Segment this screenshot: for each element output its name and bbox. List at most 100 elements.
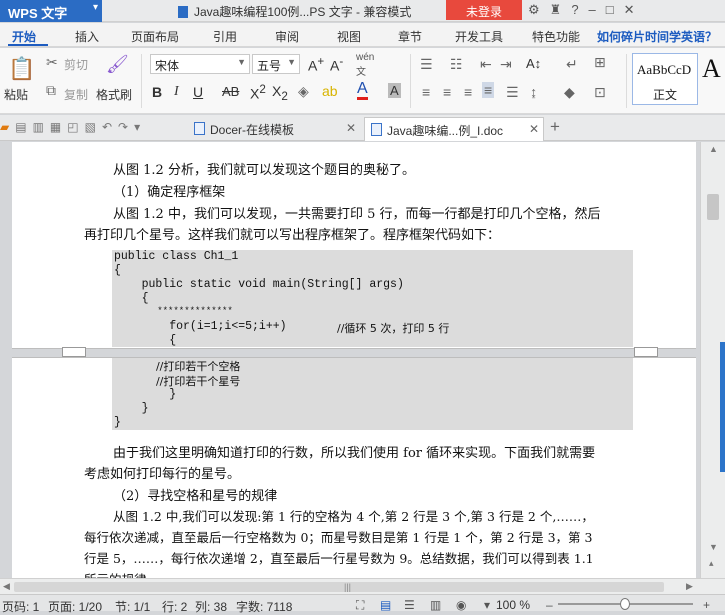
align-left-icon[interactable]: ≡ (422, 84, 430, 100)
tab-home[interactable]: 开始 (12, 28, 36, 45)
scroll-up-icon[interactable]: ▲ (709, 144, 718, 154)
tab-java-doc[interactable]: Java趣味编...例_I.doc ✕ (364, 117, 544, 141)
close-tab-icon[interactable]: ✕ (529, 122, 539, 136)
phonetic-guide-icon[interactable]: wén 文 (356, 52, 374, 78)
highlight-icon[interactable]: ab (322, 83, 338, 99)
page-up-icon[interactable]: ▴ (709, 558, 714, 569)
skin-icon[interactable]: ♜ (550, 2, 572, 17)
char-shading-icon[interactable]: A (388, 83, 401, 98)
format-painter-icon: 🖌 (106, 54, 129, 74)
open-icon[interactable]: ▰ (0, 120, 15, 134)
paste-button[interactable]: 粘贴 (4, 86, 28, 103)
divider (626, 54, 627, 108)
strikethrough-icon[interactable]: AB (222, 84, 239, 99)
font-color-icon[interactable]: A (357, 81, 368, 100)
new-tab-icon[interactable]: + (550, 117, 560, 137)
line-spacing-icon[interactable]: ↨ (530, 84, 537, 100)
scroll-down-icon[interactable]: ▼ (709, 542, 718, 552)
zoom-slider-handle[interactable] (620, 598, 630, 610)
zoom-out-icon[interactable]: – (546, 598, 553, 612)
scroll-right-icon[interactable]: ▶ (686, 581, 693, 592)
decrease-indent-icon[interactable]: ⇤ (480, 56, 492, 73)
clear-format-icon[interactable]: ◈ (298, 83, 309, 100)
styles-gallery-next[interactable]: A (702, 54, 721, 84)
paste-icon[interactable]: 📋 (8, 56, 35, 82)
distributed-icon[interactable]: ☰ (506, 84, 519, 101)
shading-icon[interactable]: ◆ (564, 84, 575, 101)
scroll-thumb[interactable] (707, 194, 719, 220)
chevron-down-icon: ▼ (287, 57, 296, 67)
tab-references[interactable]: 引用 (213, 28, 237, 45)
zoom-level[interactable]: 100 % (496, 598, 530, 612)
zoom-in-icon[interactable]: + (703, 598, 710, 612)
tab-developer[interactable]: 开发工具 (455, 28, 503, 45)
tab-insert[interactable]: 插入 (75, 28, 99, 45)
new-icon[interactable]: ▤ (15, 120, 32, 134)
web-view-icon[interactable]: ◉ (456, 598, 466, 612)
cut-button[interactable]: 剪切 (64, 56, 88, 73)
close-icon[interactable]: ✕ (624, 2, 645, 17)
tab-special-features[interactable]: 特色功能 (532, 28, 580, 45)
grow-font-icon[interactable]: A+ (308, 55, 324, 74)
tab-page-layout[interactable]: 页面布局 (131, 28, 179, 45)
login-button[interactable]: 未登录 (446, 0, 522, 20)
reading-view-icon[interactable]: ▥ (430, 598, 441, 612)
print-icon[interactable]: ▦ (50, 120, 67, 134)
italic-icon[interactable]: I (174, 84, 179, 100)
horizontal-scrollbar[interactable]: ◀ ||| ▶ (0, 578, 725, 594)
code-block: public class Ch1_1 { public static void … (112, 250, 633, 347)
wps-app-menu[interactable]: WPS 文字 ▾ (0, 0, 102, 22)
save-icon[interactable]: ▥ (33, 120, 50, 134)
font-name-select[interactable]: 宋体 ▼ (150, 54, 250, 74)
numbered-list-icon[interactable]: ☷ (450, 56, 463, 73)
shrink-font-icon[interactable]: A- (330, 55, 343, 74)
document-canvas[interactable]: 从图 1.2 分析，我们就可以发现这个题目的奥秘了。 （1）确定程序框架 从图 … (0, 142, 700, 578)
status-word-count[interactable]: 字数: 7118 (236, 598, 292, 615)
scroll-thumb[interactable]: ||| (14, 582, 664, 592)
chevron-down-icon[interactable]: ▾ (134, 120, 146, 134)
justify-icon[interactable]: ≡ (482, 82, 495, 98)
close-tab-icon[interactable]: ✕ (346, 121, 356, 135)
chevron-down-icon[interactable]: ▾ (484, 598, 490, 612)
table-icon[interactable]: ⊞ (594, 54, 606, 71)
bullet-list-icon[interactable]: ☰ (420, 56, 433, 73)
undo-icon[interactable]: ↶ (102, 120, 118, 134)
tab-view[interactable]: 视图 (337, 28, 361, 45)
align-center-icon[interactable]: ≡ (443, 84, 451, 100)
help-icon[interactable]: ? (571, 2, 588, 17)
borders-icon[interactable]: ⊡ (594, 84, 606, 101)
print-preview-icon[interactable]: ◰ (67, 120, 84, 134)
scroll-left-icon[interactable]: ◀ (3, 581, 10, 592)
tab-chapter[interactable]: 章节 (398, 28, 422, 45)
minimize-icon[interactable]: – (589, 2, 606, 17)
style-normal[interactable]: AaBbCcD 正文 (632, 53, 698, 105)
increase-indent-icon[interactable]: ⇥ (500, 56, 512, 73)
underline-icon[interactable]: U (193, 84, 203, 100)
paragraph: 由于我们这里明确知道打印的行数，所以我们使用 for 循环来实现。下面我们就需要 (113, 446, 596, 461)
page-view-icon[interactable]: ▤ (380, 598, 391, 612)
tab-review[interactable]: 审阅 (275, 28, 299, 45)
help-link[interactable]: 如何碎片时间学英语？ (597, 28, 717, 45)
copy-button[interactable]: 复制 (64, 86, 88, 103)
code-line: { (114, 264, 121, 277)
subscript-icon[interactable]: X2 (272, 83, 288, 103)
page-break (12, 348, 696, 358)
status-section: 节: 1/1 (115, 600, 151, 614)
paragraph-mark-icon[interactable]: ↵ (566, 56, 578, 73)
redo-icon[interactable]: ↷ (118, 120, 134, 134)
maximize-icon[interactable]: □ (606, 2, 624, 17)
align-right-icon[interactable]: ≡ (464, 84, 472, 100)
bold-icon[interactable]: B (152, 84, 162, 100)
side-panel-toggle[interactable] (720, 342, 725, 472)
outline-view-icon[interactable]: ☰ (404, 598, 415, 612)
font-size-select[interactable]: 五号 ▼ (252, 54, 300, 74)
code-line: { (114, 292, 149, 305)
format-painter-button[interactable]: 格式刷 (96, 86, 132, 103)
export-icon[interactable]: ▧ (85, 120, 102, 134)
sort-icon[interactable]: A↕ (526, 56, 541, 71)
settings-icon[interactable]: ⚙ (528, 2, 550, 17)
status-pages[interactable]: 页面: 1/20 (48, 598, 102, 615)
superscript-icon[interactable]: X2 (250, 83, 266, 102)
vertical-scrollbar[interactable]: ▲ ▼ ▴ (700, 142, 725, 578)
tab-docer-templates[interactable]: Docer-在线模板 ✕ (188, 117, 360, 141)
